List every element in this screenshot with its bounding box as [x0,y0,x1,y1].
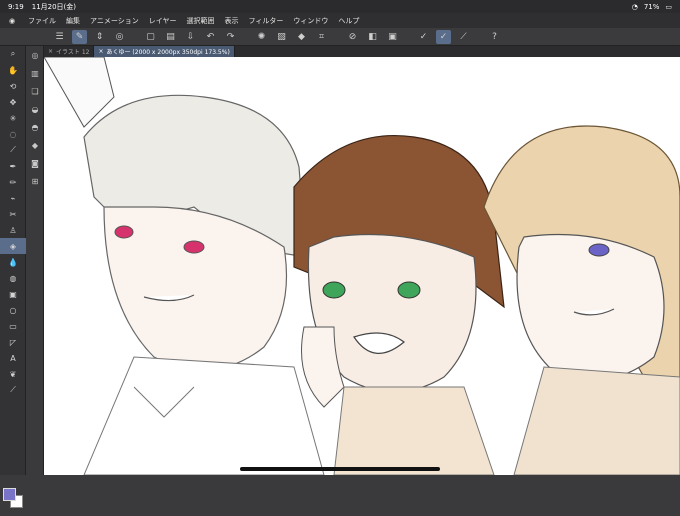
balloon-icon[interactable]: ❦ [0,366,26,382]
check-ruler-icon[interactable]: ✓ [416,30,431,44]
command-bar: ☰ ✎ ⇕ ◎ ▢ ▤ ⇩ ↶ ↷ ✺ ▧ ◆ ⌗ ⊘ ◧ ▣ ✓ ✓ ⟋ ? [0,28,680,46]
status-bar: 9:19 11月20日(金) ◔ 71% ▭ [0,0,680,13]
airbrush-icon[interactable]: ✂ [0,206,26,222]
menu-help[interactable]: ヘルプ [338,16,359,26]
battery-level: 71% [643,2,660,11]
circle-icon[interactable]: ○ [0,302,26,318]
eyedropper-icon[interactable]: ⟋ [0,142,26,158]
menu-bar: ◉ ファイル 編集 アニメーション レイヤー 選択範囲 表示 フィルター ウィン… [0,13,680,28]
deselect-icon[interactable]: ⊘ [345,30,360,44]
menu-animation[interactable]: アニメーション [90,16,139,26]
clear-icon[interactable]: ◓ [26,118,44,136]
text-icon[interactable]: A [0,350,26,366]
move-icon[interactable]: ✥ [0,94,26,110]
rotate-icon[interactable]: ⟲ [0,78,26,94]
blend-icon[interactable]: 💧 [0,254,26,270]
line-icon[interactable]: ⟋ [0,382,26,398]
color-swatch[interactable] [3,488,23,516]
save-icon[interactable]: ⇩ [183,30,198,44]
help-icon[interactable]: ? [487,30,502,44]
zoom-icon[interactable]: ⌕ [0,46,26,62]
redo-icon[interactable]: ↷ [223,30,238,44]
tab-illust12[interactable]: × イラスト 12 [44,46,95,57]
fill-layer-icon[interactable]: ◒ [26,100,44,118]
brush-icon[interactable]: ⌁ [0,190,26,206]
tab-label: イラスト 12 [56,49,90,56]
check-pen-icon[interactable]: ✓ [436,29,451,44]
eraser-icon[interactable]: ♙ [0,222,26,238]
clear-icon[interactable]: ▧ [274,30,289,44]
arrows-icon[interactable]: ⇕ [92,30,107,44]
wifi-icon: ◔ [631,2,638,11]
illustration [44,57,680,475]
app-logo-icon: ◉ [8,16,16,25]
battery-icon: ▭ [665,2,672,11]
shape-icon[interactable]: ▣ [0,286,26,302]
document-tabs: × イラスト 12 × あくゆー (2000 x 2000px 350dpi 1… [44,46,680,57]
open-icon[interactable]: ▤ [163,30,178,44]
select-icon[interactable]: ✳ [0,110,26,126]
close-icon[interactable]: × [98,48,103,55]
sub-palette: ◎ ▥ ❏ ◒ ◓ ◆ ◙ ⊞ [26,46,44,475]
check-line-icon[interactable]: ⟋ [456,30,471,44]
undo-icon[interactable]: ↶ [203,30,218,44]
spinner-icon[interactable]: ✺ [254,30,269,44]
copy-icon[interactable]: ▥ [26,64,44,82]
fill-icon[interactable]: ◈ [0,238,26,254]
foreground-color[interactable] [3,488,16,501]
transform-icon[interactable]: ⌗ [314,30,329,44]
menu-file[interactable]: ファイル [28,16,56,26]
home-indicator [240,467,440,471]
new-icon[interactable]: ▢ [143,30,158,44]
status-date: 11月20日(金) [31,2,77,11]
menu-edit[interactable]: 編集 [66,16,80,26]
fill-icon[interactable]: ◆ [294,30,309,44]
stack-icon[interactable]: ❏ [26,82,44,100]
tab-label: あくゆー (2000 x 2000px 350dpi 173.5%) [106,49,230,56]
menu-selection[interactable]: 選択範囲 [187,16,215,26]
menu-icon[interactable]: ☰ [52,30,67,44]
tab-current[interactable]: × あくゆー (2000 x 2000px 350dpi 173.5%) [94,46,235,57]
crop-icon[interactable]: ▣ [385,30,400,44]
invert-icon[interactable]: ◧ [365,30,380,44]
menu-filter[interactable]: フィルター [249,16,284,26]
hand-icon[interactable]: ✋ [0,62,26,78]
eraser-layer-icon[interactable]: ◆ [26,136,44,154]
camera-icon[interactable]: ◙ [26,154,44,172]
frame-icon[interactable]: ▭ [0,318,26,334]
close-icon[interactable]: × [48,48,53,55]
layer-icon[interactable]: ◎ [26,46,44,64]
pen-icon[interactable]: ✒ [0,158,26,174]
menu-view[interactable]: 表示 [225,16,239,26]
ruler-icon[interactable]: ◸ [0,334,26,350]
menu-layer[interactable]: レイヤー [149,16,177,26]
pencil-icon[interactable]: ✏ [0,174,26,190]
gradient-icon[interactable]: ◍ [0,270,26,286]
lasso-icon[interactable]: ◌ [0,126,26,142]
menu-window[interactable]: ウィンドウ [293,16,328,26]
status-time: 9:19 [8,2,24,11]
tool-palette: ⌕ ✋ ⟲ ✥ ✳ ◌ ⟋ ✒ ✏ ⌁ ✂ ♙ ◈ 💧 ◍ ▣ ○ ▭ ◸ A … [0,46,26,508]
save-icon[interactable]: ⊞ [26,172,44,190]
pen-mode-icon[interactable]: ✎ [72,29,87,44]
drawing-canvas[interactable] [44,57,680,475]
view-icon[interactable]: ◎ [112,30,127,44]
